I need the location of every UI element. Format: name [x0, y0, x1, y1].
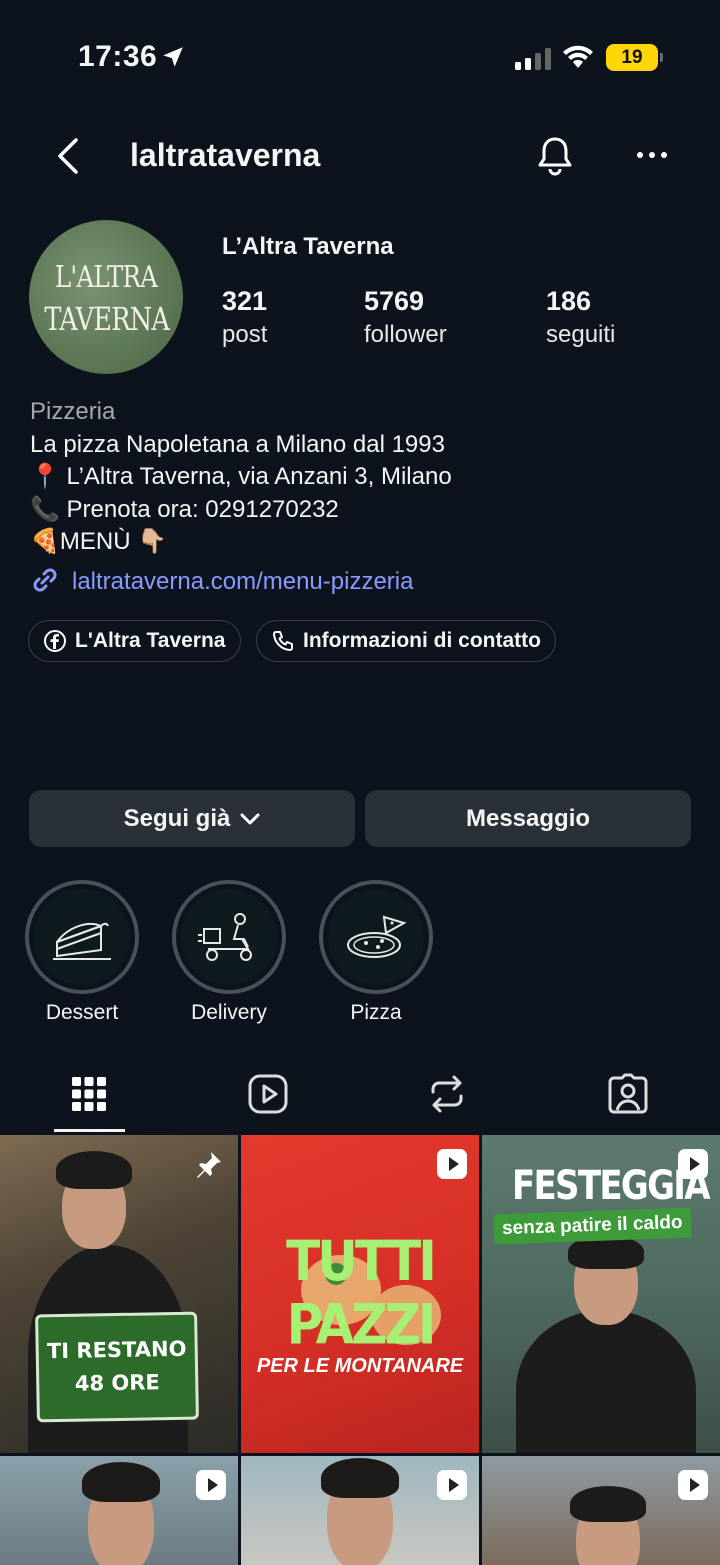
- reel-play-icon: [678, 1149, 708, 1179]
- pizza-icon: [347, 915, 407, 958]
- stat-value: 321: [222, 286, 268, 316]
- phone-icon: [273, 631, 293, 651]
- stat-value: 186: [546, 286, 592, 316]
- contact-info-chip[interactable]: Informazioni di contatto: [256, 620, 556, 662]
- message-button[interactable]: Messaggio: [365, 790, 691, 847]
- repost-icon[interactable]: [425, 1072, 469, 1116]
- website-link-text: laltrataverna.com/menu-pizzeria: [72, 568, 414, 595]
- stat-label: post: [222, 321, 268, 348]
- reel-play-icon: [196, 1470, 226, 1500]
- reel-play-icon: [437, 1470, 467, 1500]
- reel-play-icon: [437, 1149, 467, 1179]
- avatar[interactable]: L'ALTRA TAVERNA: [29, 220, 183, 374]
- active-tab-indicator: [54, 1129, 125, 1132]
- cake-slice-icon: [53, 922, 111, 960]
- highlight-delivery[interactable]: [172, 880, 286, 994]
- post-hair: [570, 1486, 646, 1522]
- more-options-icon[interactable]: [630, 140, 674, 170]
- location-arrow-icon: [163, 47, 183, 67]
- reels-icon[interactable]: [246, 1072, 290, 1116]
- post-tile[interactable]: [0, 1456, 238, 1565]
- highlight-dessert[interactable]: [25, 880, 139, 994]
- post-hair: [82, 1462, 160, 1502]
- bell-icon[interactable]: [533, 133, 577, 177]
- message-button-label: Messaggio: [465, 804, 591, 832]
- page-title-username: laltrataverna: [130, 137, 321, 173]
- avatar-logo-line1: L'ALTRA: [54, 260, 158, 295]
- post-overlay-text: TUTTI PAZZI: [286, 1229, 437, 1357]
- avatar-logo-line2: TAVERNA: [44, 300, 170, 338]
- back-chevron-icon[interactable]: [52, 136, 88, 176]
- highlight-label: Pizza: [350, 1001, 402, 1024]
- post-sign: TI RESTANO 48 ORE: [35, 1311, 199, 1423]
- post-tile[interactable]: FESTEGGIA senza patire il caldo: [482, 1135, 720, 1453]
- stat-value: 5769: [364, 286, 425, 316]
- highlight-label: Delivery: [191, 1001, 267, 1024]
- facebook-icon: [44, 630, 66, 652]
- following-button[interactable]: Segui già: [29, 790, 355, 847]
- stat-label: follower: [364, 321, 447, 348]
- stat-followers[interactable]: 5769 follower: [364, 286, 447, 349]
- stat-posts[interactable]: 321 post: [222, 286, 267, 349]
- post-hair: [56, 1151, 132, 1189]
- reel-play-icon: [678, 1470, 708, 1500]
- tagged-icon[interactable]: [606, 1072, 650, 1116]
- highlight-label: Dessert: [45, 1001, 119, 1024]
- battery-indicator: 19: [606, 44, 663, 71]
- post-hair: [321, 1458, 399, 1498]
- post-overlay-text: senza patire il caldo: [493, 1207, 692, 1245]
- pin-icon: [197, 1152, 221, 1178]
- chevron-down-icon: [240, 813, 260, 824]
- bio-line: 🍕MENÙ 👇🏼: [30, 528, 168, 555]
- bio: Pizzeria La pizza Napoletana a Milano da…: [30, 396, 700, 559]
- stat-following[interactable]: 186 seguiti: [546, 286, 615, 349]
- following-button-label: Segui già: [123, 804, 231, 832]
- category-label: Pizzeria: [30, 398, 116, 425]
- grid-icon[interactable]: [67, 1072, 111, 1116]
- post-overlay-text: 48 ORE: [74, 1370, 160, 1396]
- post-tile[interactable]: [482, 1456, 720, 1565]
- wifi-icon: [563, 45, 593, 68]
- cellular-signal-icon: [515, 48, 551, 70]
- post-tile[interactable]: [241, 1456, 479, 1565]
- chip-label: L'Altra Taverna: [75, 629, 226, 652]
- bio-line: 📞 Prenota ora: 0291270232: [30, 495, 339, 523]
- post-tile[interactable]: TUTTI PAZZI PER LE MONTANARE: [241, 1135, 479, 1453]
- chip-label: Informazioni di contatto: [303, 629, 541, 652]
- bio-line: La pizza Napoletana a Milano dal 1993: [30, 430, 445, 458]
- website-link[interactable]: laltrataverna.com/menu-pizzeria: [30, 565, 413, 596]
- post-tile[interactable]: TI RESTANO 48 ORE: [0, 1135, 238, 1453]
- stat-label: seguiti: [546, 321, 616, 348]
- post-person: [516, 1310, 696, 1453]
- facebook-chip[interactable]: L'Altra Taverna: [28, 620, 241, 662]
- status-time: 17:36: [78, 40, 158, 73]
- bio-line: 📍 L’Altra Taverna, via Anzani 3, Milano: [30, 463, 452, 490]
- link-icon: [33, 568, 57, 592]
- highlight-pizza[interactable]: [319, 880, 433, 994]
- display-name: L’Altra Taverna: [222, 233, 394, 260]
- post-overlay-text: PER LE MONTANARE: [256, 1355, 464, 1377]
- post-overlay-text: TI RESTANO: [46, 1336, 187, 1364]
- scooter-icon: [198, 913, 252, 961]
